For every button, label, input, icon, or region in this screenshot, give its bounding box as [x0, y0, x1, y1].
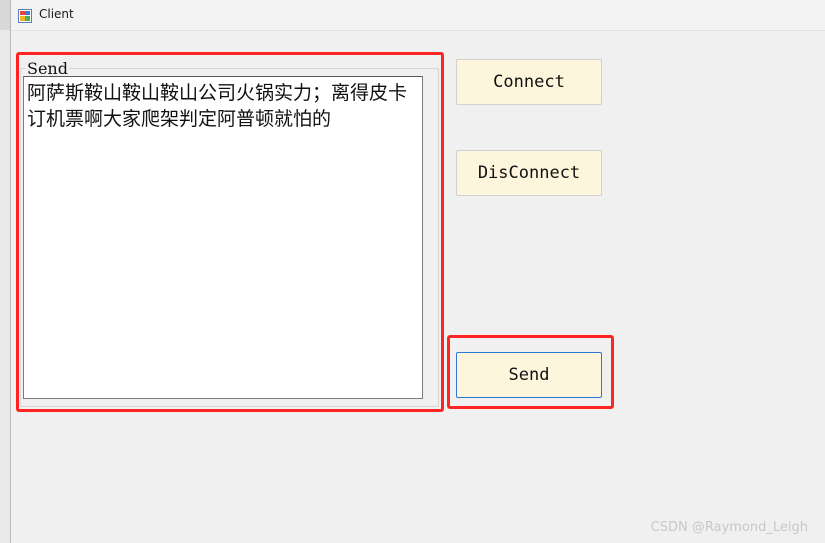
connect-button[interactable]: Connect: [456, 59, 602, 105]
app-icon: [18, 8, 32, 23]
highlight-box-textarea: [16, 52, 444, 412]
title-bar[interactable]: Client: [11, 0, 825, 31]
window-title: Client: [39, 7, 74, 21]
highlight-box-send: [447, 335, 614, 409]
watermark: CSDN @Raymond_Leigh: [650, 520, 808, 535]
disconnect-button[interactable]: DisConnect: [456, 150, 602, 196]
client-window: Client Send 阿萨斯鞍山鞍山鞍山公司火锅实力；离得皮卡订机票啊大家爬架…: [10, 0, 825, 543]
background-window-edge: [0, 30, 10, 543]
